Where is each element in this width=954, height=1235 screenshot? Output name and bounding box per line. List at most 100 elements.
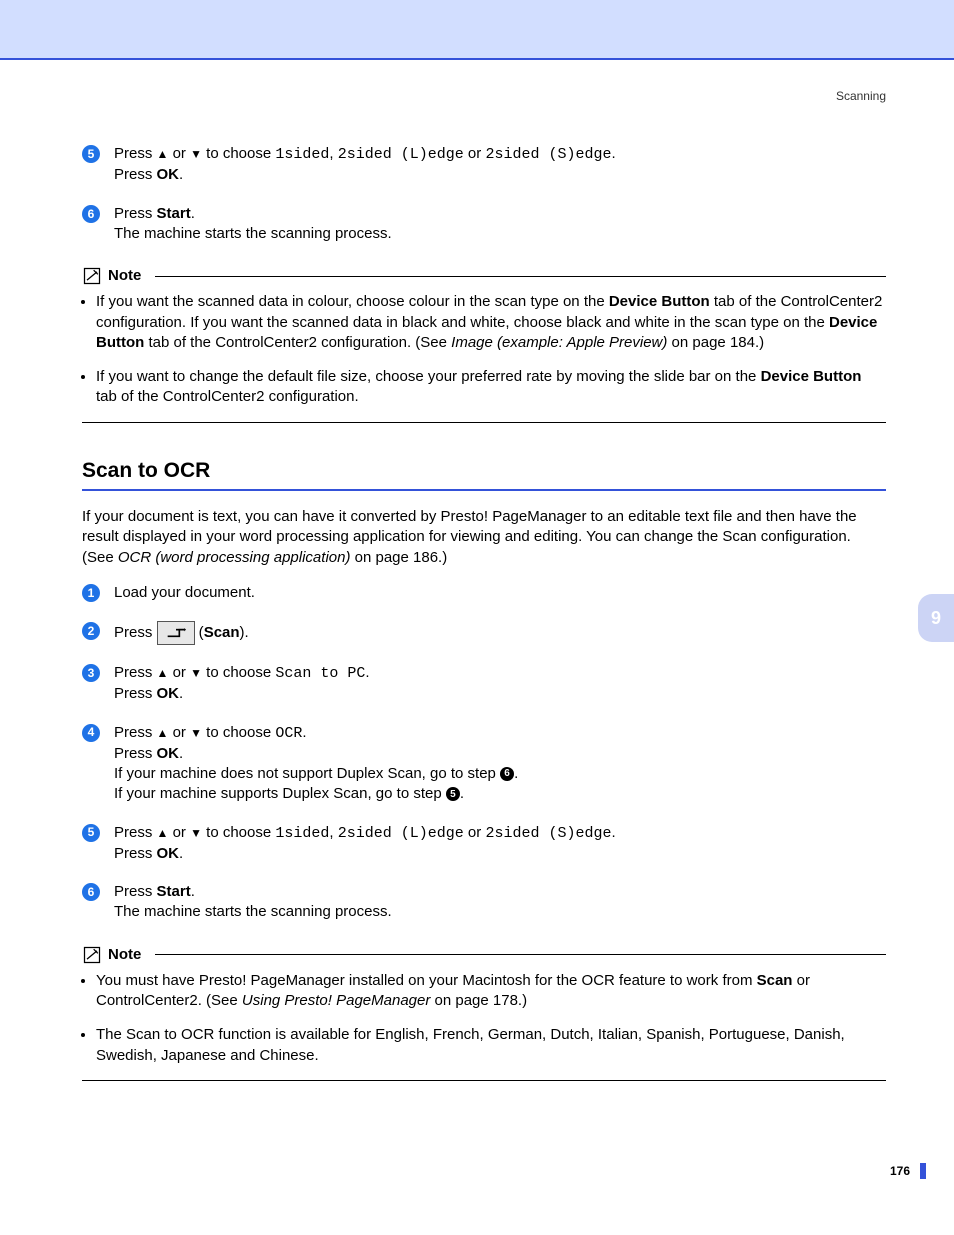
text: or bbox=[168, 145, 190, 162]
step-marker: 5 bbox=[82, 824, 100, 842]
text: If you want the scanned data in colour, … bbox=[96, 293, 609, 310]
xref[interactable]: OCR (word processing application) bbox=[118, 549, 351, 566]
step-body: Load your document. bbox=[114, 583, 886, 603]
key-start: Start bbox=[157, 883, 191, 900]
step-body: Press ▲ or ▼ to choose 1sided, 2sided (L… bbox=[114, 823, 886, 865]
step-3: 3 Press ▲ or ▼ to choose Scan to PC. Pre… bbox=[82, 663, 886, 705]
content-area: Scanning 5 Press ▲ or ▼ to choose 1sided… bbox=[0, 60, 954, 1081]
section-intro: If your document is text, you can have i… bbox=[82, 507, 886, 568]
step-marker: 4 bbox=[82, 724, 100, 742]
text: on page 186.) bbox=[350, 549, 447, 566]
step-marker: 2 bbox=[82, 622, 100, 640]
note-label: Note bbox=[108, 945, 141, 965]
key-ok: OK bbox=[157, 685, 180, 702]
note-list-2: You must have Presto! PageManager instal… bbox=[82, 971, 886, 1066]
step-4: 4 Press ▲ or ▼ to choose OCR. Press OK. … bbox=[82, 723, 886, 805]
key-ok: OK bbox=[157, 745, 180, 762]
text: Press bbox=[114, 845, 157, 862]
xref[interactable]: Using Presto! PageManager bbox=[242, 992, 430, 1009]
down-arrow-icon: ▼ bbox=[190, 147, 202, 161]
up-arrow-icon: ▲ bbox=[157, 666, 169, 680]
text: , bbox=[329, 145, 337, 162]
text: Press bbox=[114, 205, 157, 222]
option: 2sided (L)edge bbox=[338, 825, 464, 842]
text: Press bbox=[114, 166, 157, 183]
key-scan: Scan bbox=[204, 624, 240, 641]
text: . bbox=[460, 785, 464, 802]
step-body: Press Start. The machine starts the scan… bbox=[114, 882, 886, 923]
key-start: Start bbox=[157, 205, 191, 222]
down-arrow-icon: ▼ bbox=[190, 666, 202, 680]
note-icon bbox=[82, 945, 102, 965]
top-banner bbox=[0, 0, 954, 60]
text: . bbox=[191, 205, 195, 222]
step-marker: 1 bbox=[82, 584, 100, 602]
step-body: Press ▲ or ▼ to choose Scan to PC. Press… bbox=[114, 663, 886, 705]
scan-button-icon bbox=[157, 621, 195, 645]
note-header: Note bbox=[82, 266, 886, 286]
chapter-tab: 9 bbox=[918, 594, 954, 642]
text: to choose bbox=[202, 145, 275, 162]
chapter-number: 9 bbox=[931, 606, 941, 630]
text: tab of the ControlCenter2 configuration. bbox=[96, 388, 359, 405]
text: You must have Presto! PageManager instal… bbox=[96, 972, 757, 989]
text: Press bbox=[114, 624, 157, 641]
note-item: If you want to change the default file s… bbox=[96, 367, 886, 408]
text: . bbox=[179, 845, 183, 862]
text: If your machine does not support Duplex … bbox=[114, 765, 500, 782]
up-arrow-icon: ▲ bbox=[157, 826, 169, 840]
text: or bbox=[168, 824, 190, 841]
text: Press bbox=[114, 883, 157, 900]
option: 1sided bbox=[275, 146, 329, 163]
step-6-lower: 6 Press Start. The machine starts the sc… bbox=[82, 882, 886, 923]
text: ( bbox=[195, 624, 204, 641]
key-ok: OK bbox=[157, 845, 180, 862]
text: . bbox=[611, 824, 615, 841]
text: on page 178.) bbox=[430, 992, 527, 1009]
page-number-area: 176 bbox=[890, 1163, 954, 1179]
key-ok: OK bbox=[157, 166, 180, 183]
text: or bbox=[168, 664, 190, 681]
step-body: Press Start. The machine starts the scan… bbox=[114, 204, 886, 245]
xref[interactable]: Image (example: Apple Preview) bbox=[451, 334, 667, 351]
text: . bbox=[179, 166, 183, 183]
step-ref-icon: 5 bbox=[446, 787, 460, 801]
term: Scan bbox=[757, 972, 793, 989]
text: , bbox=[329, 824, 337, 841]
note-label: Note bbox=[108, 266, 141, 286]
text: The machine starts the scanning process. bbox=[114, 225, 392, 242]
text: or bbox=[464, 145, 486, 162]
text: to choose bbox=[202, 724, 275, 741]
note-icon bbox=[82, 266, 102, 286]
note-list: If you want the scanned data in colour, … bbox=[82, 292, 886, 407]
text: Press bbox=[114, 724, 157, 741]
text: . bbox=[611, 145, 615, 162]
up-arrow-icon: ▲ bbox=[157, 147, 169, 161]
step-body: Press ▲ or ▼ to choose 1sided, 2sided (L… bbox=[114, 144, 886, 186]
text: Press bbox=[114, 145, 157, 162]
term: Device Button bbox=[609, 293, 710, 310]
note-item: You must have Presto! PageManager instal… bbox=[96, 971, 886, 1012]
step-5-upper: 5 Press ▲ or ▼ to choose 1sided, 2sided … bbox=[82, 144, 886, 186]
text: . bbox=[191, 883, 195, 900]
section-title: Scan to OCR bbox=[82, 457, 886, 485]
term: Device Button bbox=[761, 368, 862, 385]
text: The Scan to OCR function is available fo… bbox=[96, 1026, 845, 1063]
note-rule bbox=[155, 954, 886, 955]
text: . bbox=[514, 765, 518, 782]
step-body: Press (Scan). bbox=[114, 621, 886, 645]
text: to choose bbox=[202, 824, 275, 841]
text: The machine starts the scanning process. bbox=[114, 903, 392, 920]
step-2: 2 Press (Scan). bbox=[82, 621, 886, 645]
text: . bbox=[365, 664, 369, 681]
step-ref-icon: 6 bbox=[500, 767, 514, 781]
option: 2sided (L)edge bbox=[338, 146, 464, 163]
text: or bbox=[464, 824, 486, 841]
option: 2sided (S)edge bbox=[485, 825, 611, 842]
section-rule bbox=[82, 489, 886, 491]
step-marker: 6 bbox=[82, 205, 100, 223]
text: Press bbox=[114, 745, 157, 762]
option: Scan to PC bbox=[275, 665, 365, 682]
note-close-rule bbox=[82, 422, 886, 423]
text: . bbox=[179, 685, 183, 702]
